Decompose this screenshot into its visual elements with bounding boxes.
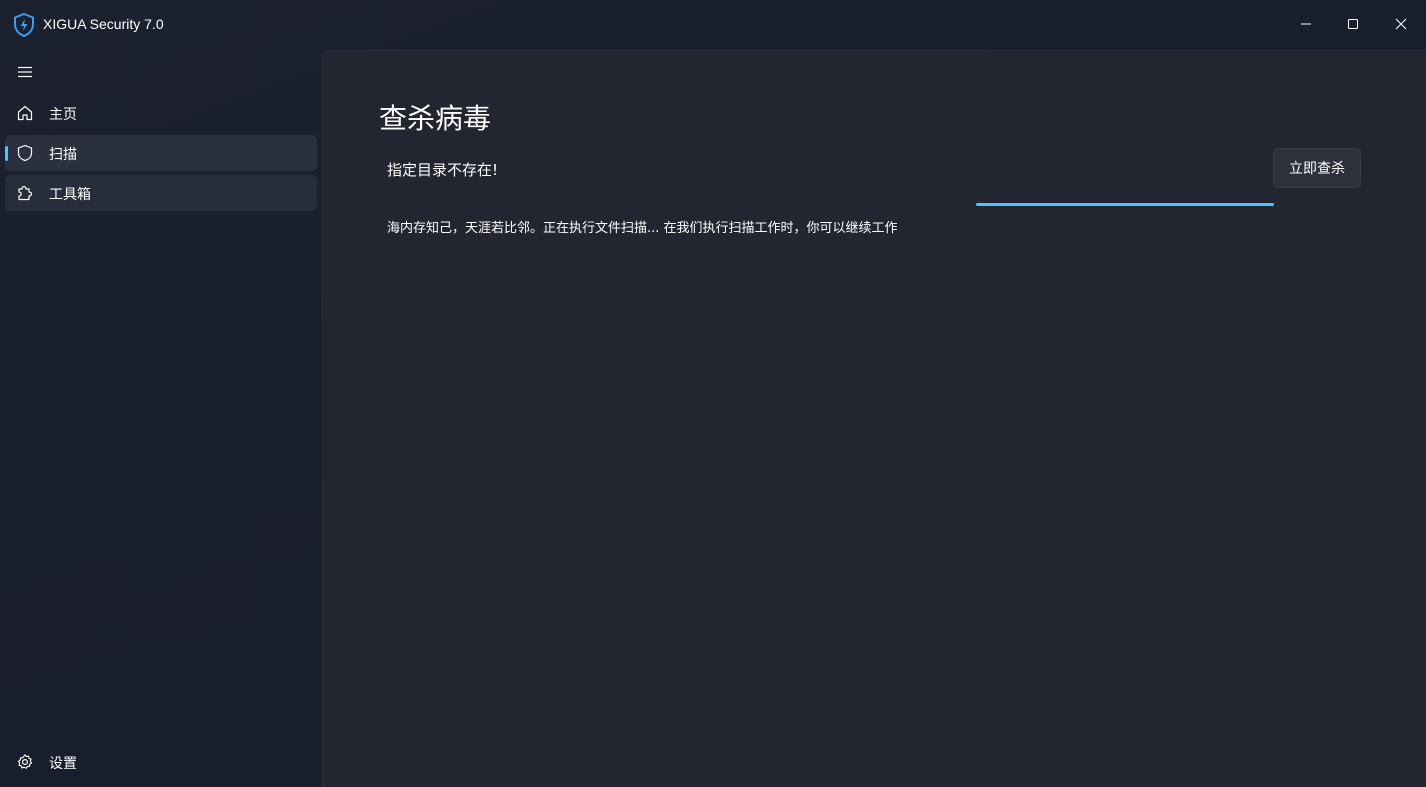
hamburger-icon xyxy=(17,64,33,83)
scan-now-button[interactable]: 立即查杀 xyxy=(1273,148,1361,188)
sidebar-item-label: 扫描 xyxy=(49,147,77,163)
sidebar-item-label: 工具箱 xyxy=(49,187,91,203)
scan-message: 海内存知己，天涯若比邻。正在执行文件扫描... 在我们执行扫描工作时，你可以继续… xyxy=(387,221,898,236)
sidebar-item-label: 主页 xyxy=(49,107,77,123)
menu-toggle-button[interactable] xyxy=(8,58,42,88)
minimize-icon xyxy=(1300,15,1312,34)
close-button[interactable] xyxy=(1377,0,1425,48)
main-content: 查杀病毒 指定目录不存在! 立即查杀 海内存知己，天涯若比邻。正在执行文件扫描.… xyxy=(322,50,1426,787)
maximize-icon xyxy=(1347,15,1359,34)
close-icon xyxy=(1395,15,1407,34)
home-icon xyxy=(16,104,34,122)
sidebar-item-label: 设置 xyxy=(49,756,77,772)
progress-fill xyxy=(976,203,1274,206)
shield-icon xyxy=(16,144,34,162)
sidebar-item-scan[interactable]: 扫描 xyxy=(5,135,317,171)
scan-progress-bar xyxy=(976,203,1274,206)
minimize-button[interactable] xyxy=(1282,0,1330,48)
sidebar-item-settings[interactable]: 设置 xyxy=(5,744,317,780)
shield-bolt-logo-icon xyxy=(13,12,35,38)
status-text: 指定目录不存在! xyxy=(387,161,499,179)
selection-indicator xyxy=(5,146,8,161)
title-bar: XIGUA Security 7.0 xyxy=(0,0,1426,50)
gear-icon xyxy=(16,753,34,771)
sidebar-item-toolbox[interactable]: 工具箱 xyxy=(5,175,317,211)
maximize-button[interactable] xyxy=(1329,0,1377,48)
page-title: 查杀病毒 xyxy=(379,102,492,135)
sidebar: 主页 扫描 工具箱 设置 xyxy=(0,50,322,787)
puzzle-icon xyxy=(16,184,34,202)
app-window: XIGUA Security 7.0 主页 扫描 工具箱 设置 查杀病毒 指定目… xyxy=(0,0,1426,787)
sidebar-item-home[interactable]: 主页 xyxy=(5,95,317,131)
app-title: XIGUA Security 7.0 xyxy=(43,16,164,32)
